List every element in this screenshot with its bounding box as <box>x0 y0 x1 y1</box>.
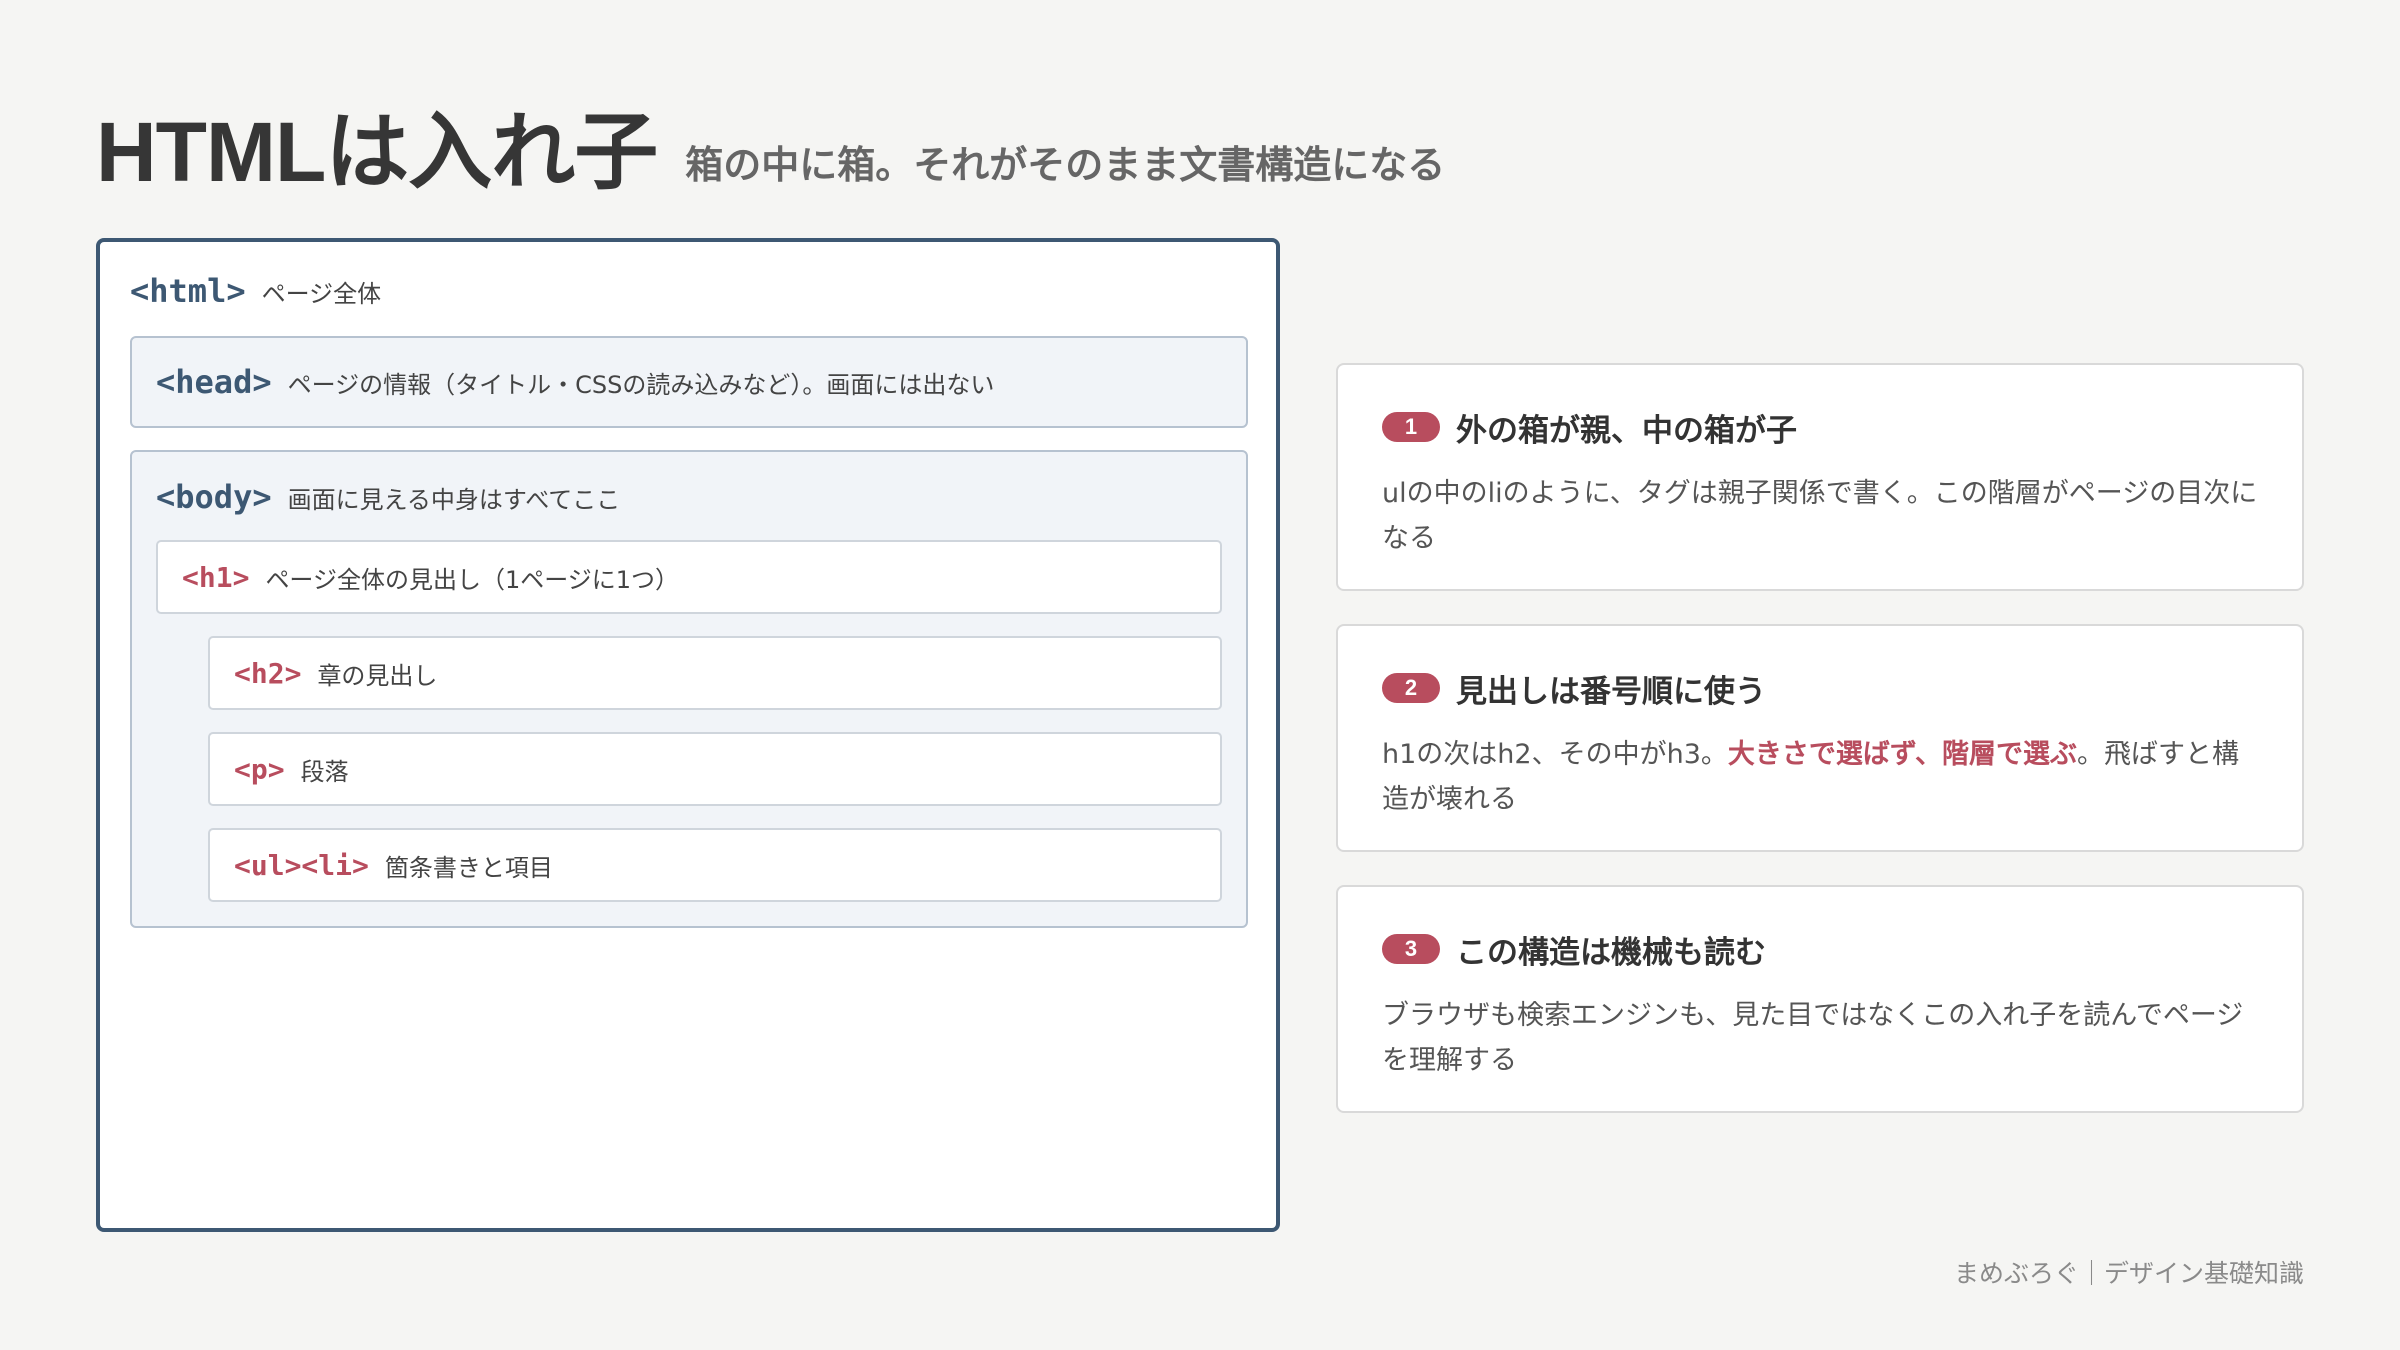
card-title: 見出しは番号順に使う <box>1456 673 1766 710</box>
body-note: 画面に見える中身はすべてここ <box>287 485 621 514</box>
slide-subtitle: 箱の中に箱。それがそのまま文書構造になる <box>685 143 1446 187</box>
html-label: <html> ページ全体 <box>130 272 381 310</box>
body-box: <body> 画面に見える中身はすべてここ <h1> ページ全体の見出し（1ペー… <box>130 450 1248 928</box>
card-body-highlight: 大きさで選ばず、階層で選ぶ <box>1727 739 2077 770</box>
card-body: ブラウザも検索エンジンも、見た目ではなくこの入れ子を読んでページを理解する <box>1382 1000 2244 1076</box>
h2-box: <h2> 章の見出し <box>208 636 1222 710</box>
card-title: 外の箱が親、中の箱が子 <box>1456 412 1797 449</box>
html-note: ページ全体 <box>261 279 382 308</box>
card-title: この構造は機械も読む <box>1456 934 1766 971</box>
number-badge: 1 <box>1382 412 1440 442</box>
p-tag: <p> <box>234 752 285 786</box>
p-box: <p> 段落 <box>208 732 1222 806</box>
card-header: 1 外の箱が親、中の箱が子 <box>1382 405 2258 449</box>
ul-li-tag: <ul><li> <box>234 848 369 882</box>
point-card-2: 2 見出しは番号順に使う h1の次はh2、その中がh3。大きさで選ばず、階層で選… <box>1336 624 2304 852</box>
slide-title: HTMLは入れ子 <box>96 105 658 199</box>
card-body-text: h1の次はh2、その中がh3。 <box>1382 739 1728 770</box>
card-body: ulの中のliのように、タグは親子関係で書く。この階層がページの目次になる <box>1382 478 2258 554</box>
card-body: h1の次はh2、その中がh3。大きさで選ばず、階層で選ぶ。飛ばすと構造が壊れる <box>1382 732 2260 822</box>
p-note: 段落 <box>300 757 349 786</box>
p-label: <p> 段落 <box>234 734 1220 804</box>
ul-li-note: 箇条書きと項目 <box>384 853 553 882</box>
h1-label: <h1> ページ全体の見出し（1ページに1つ） <box>182 542 1220 612</box>
html-tag: <html> <box>130 272 246 310</box>
footer-credit: まめぶろぐ｜デザイン基礎知識 <box>1953 1259 2304 1288</box>
head-tag: <head> <box>156 363 272 401</box>
h1-tag: <h1> <box>182 560 250 594</box>
head-label: <head> ページの情報（タイトル・CSSの読み込みなど）。画面には出ない <box>156 338 1246 426</box>
card-header: 3 この構造は機械も読む <box>1382 927 2258 971</box>
number-badge: 3 <box>1382 934 1440 964</box>
ul-li-box: <ul><li> 箇条書きと項目 <box>208 828 1222 902</box>
html-box: <html> ページ全体 <head> ページの情報（タイトル・CSSの読み込み… <box>96 238 1280 1232</box>
h2-label: <h2> 章の見出し <box>234 638 1220 708</box>
h2-tag: <h2> <box>234 656 302 690</box>
ul-li-label: <ul><li> 箇条書きと項目 <box>234 830 1220 900</box>
slide-header: HTMLは入れ子 箱の中に箱。それがそのまま文書構造になる <box>96 96 1445 200</box>
number-badge: 2 <box>1382 673 1440 703</box>
body-label: <body> 画面に見える中身はすべてここ <box>156 478 620 516</box>
body-tag: <body> <box>156 478 272 516</box>
card-header: 2 見出しは番号順に使う <box>1382 666 2258 710</box>
head-note: ページの情報（タイトル・CSSの読み込みなど）。画面には出ない <box>287 370 995 399</box>
point-card-1: 1 外の箱が親、中の箱が子 ulの中のliのように、タグは親子関係で書く。この階… <box>1336 363 2304 591</box>
h2-note: 章の見出し <box>317 661 438 690</box>
head-box: <head> ページの情報（タイトル・CSSの読み込みなど）。画面には出ない <box>130 336 1248 428</box>
point-card-3: 3 この構造は機械も読む ブラウザも検索エンジンも、見た目ではなくこの入れ子を読… <box>1336 885 2304 1113</box>
h1-note: ページ全体の見出し（1ページに1つ） <box>265 565 680 594</box>
h1-box: <h1> ページ全体の見出し（1ページに1つ） <box>156 540 1222 614</box>
